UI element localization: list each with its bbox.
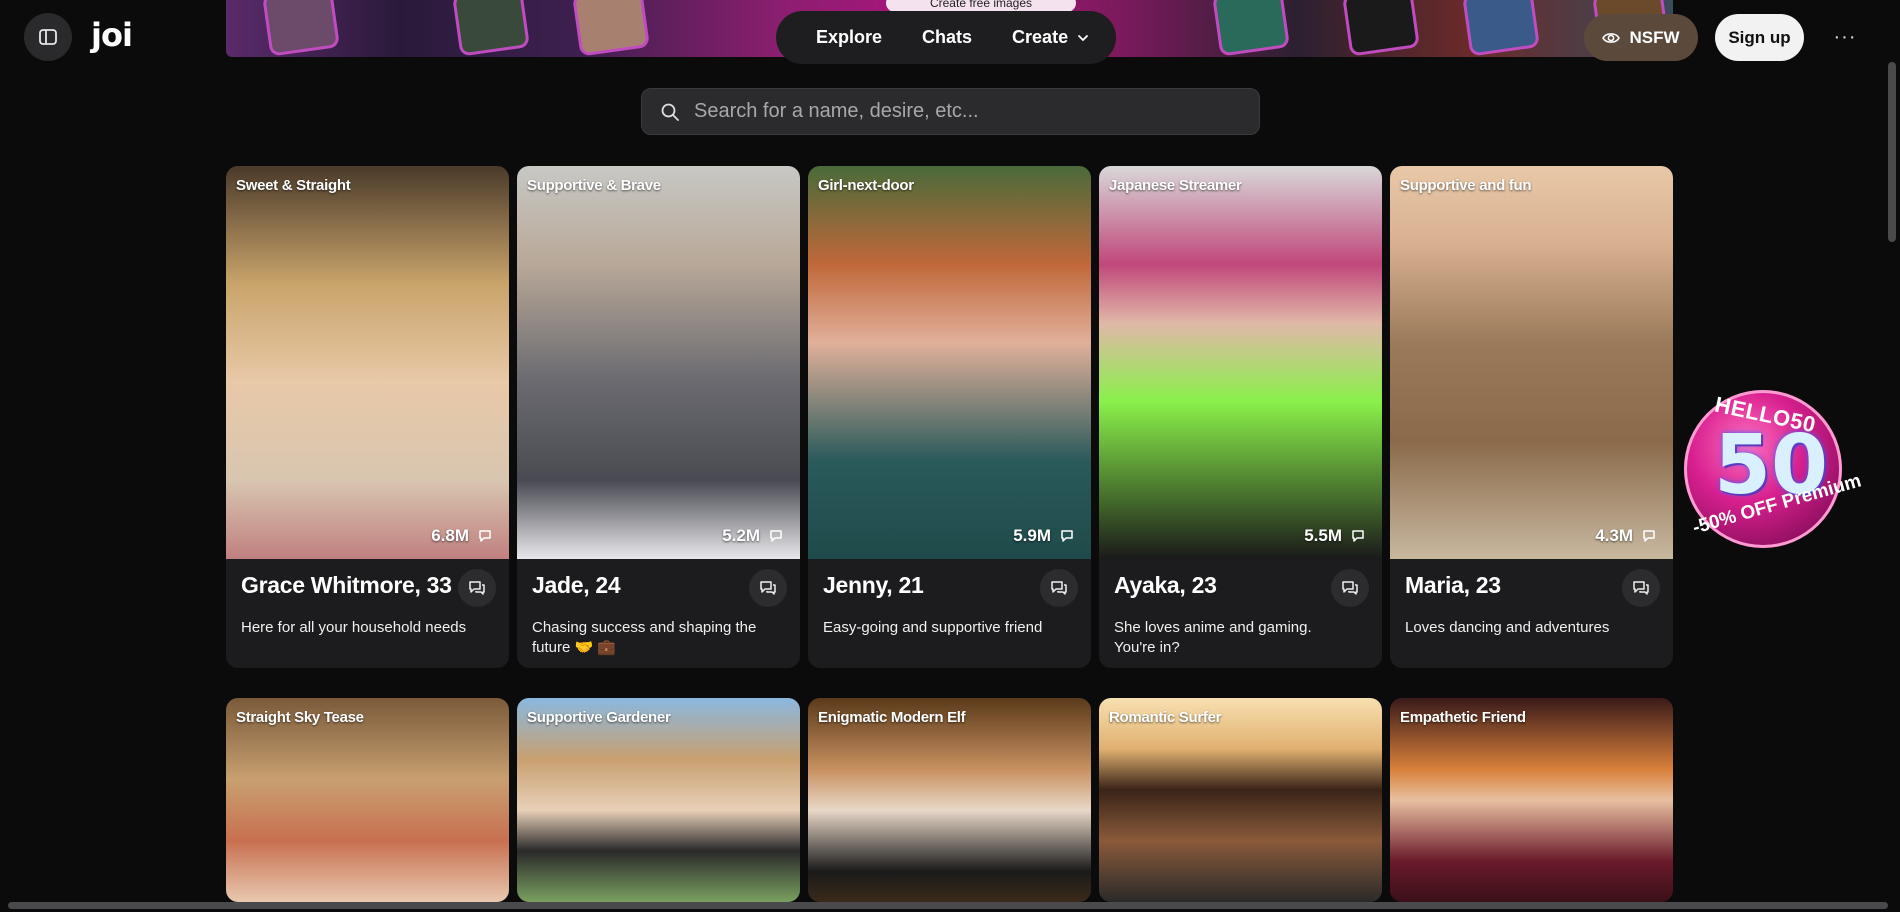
chat-icon xyxy=(1051,581,1067,595)
character-image xyxy=(808,698,1091,902)
nsfw-label: NSFW xyxy=(1629,27,1680,47)
main-nav: Explore Chats Create xyxy=(776,11,1116,64)
character-name: Ayaka, 23 xyxy=(1114,572,1217,598)
character-card[interactable]: Supportive Gardener xyxy=(517,698,800,902)
character-image xyxy=(1390,166,1673,559)
chat-count-value: 5.9M xyxy=(1013,526,1051,545)
nav-create-label: Create xyxy=(1012,27,1069,47)
chat-count-value: 5.2M xyxy=(722,526,760,545)
start-chat-button[interactable] xyxy=(458,569,496,607)
character-card[interactable]: Straight Sky Tease xyxy=(226,698,509,902)
character-name: Jade, 24 xyxy=(532,572,621,598)
character-card[interactable]: Sweet & Straight 6.8M Grace Whitmore, 33… xyxy=(226,166,509,668)
character-tag: Romantic Surfer xyxy=(1109,709,1222,726)
character-card[interactable]: Romantic Surfer xyxy=(1099,698,1382,902)
character-description: Easy-going and supportive friend xyxy=(823,619,1043,636)
chat-bubble-icon xyxy=(479,530,491,542)
chat-count-value: 6.8M xyxy=(431,526,469,545)
chat-count-value: 5.5M xyxy=(1304,526,1342,545)
banner-thumbnail xyxy=(1342,0,1420,57)
chat-count: 5.9M xyxy=(1013,526,1077,546)
chat-icon xyxy=(469,581,485,595)
character-tag: Empathetic Friend xyxy=(1400,709,1526,726)
chat-bubble-icon xyxy=(1061,530,1073,542)
character-tag: Sweet & Straight xyxy=(236,177,351,194)
banner-thumbnail xyxy=(452,0,530,57)
chat-icon xyxy=(1342,581,1358,595)
character-image xyxy=(1390,698,1673,902)
character-card[interactable]: Supportive and fun 4.3M Maria, 23 Loves … xyxy=(1390,166,1673,668)
character-name: Jenny, 21 xyxy=(823,572,924,598)
chat-count: 5.5M xyxy=(1304,526,1368,546)
character-name: Grace Whitmore, 33 xyxy=(241,572,452,598)
nav-create[interactable]: Create xyxy=(992,11,1110,64)
character-card[interactable]: Japanese Streamer 5.5M Ayaka, 23 She lov… xyxy=(1099,166,1382,668)
start-chat-button[interactable] xyxy=(1622,569,1660,607)
nsfw-toggle-button[interactable]: NSFW xyxy=(1584,14,1698,61)
search-icon xyxy=(661,103,679,121)
character-tag: Enigmatic Modern Elf xyxy=(818,709,966,726)
chat-count-value: 4.3M xyxy=(1595,526,1633,545)
character-image xyxy=(226,698,509,902)
character-tag: Supportive and fun xyxy=(1400,177,1532,194)
start-chat-button[interactable] xyxy=(749,569,787,607)
vertical-scrollbar[interactable] xyxy=(1888,62,1896,242)
nav-explore-label: Explore xyxy=(816,27,883,47)
character-image xyxy=(1099,698,1382,902)
character-image xyxy=(517,166,800,559)
banner-thumbnail xyxy=(1462,0,1540,57)
sidebar-toggle-button[interactable] xyxy=(24,13,72,61)
character-tag: Girl-next-door xyxy=(818,177,914,194)
logo[interactable]: joi xyxy=(91,16,133,54)
character-image xyxy=(808,166,1091,559)
start-chat-button[interactable] xyxy=(1040,569,1078,607)
search-input[interactable] xyxy=(694,100,1234,123)
banner-thumbnail xyxy=(262,0,340,57)
chat-icon xyxy=(760,581,776,595)
more-options-button[interactable]: ··· xyxy=(1830,22,1860,52)
chat-icon xyxy=(1633,581,1649,595)
character-image xyxy=(1099,166,1382,559)
character-image xyxy=(226,166,509,559)
character-description: Chasing success and shaping the future 🤝… xyxy=(532,619,757,656)
chat-bubble-icon xyxy=(1352,530,1364,542)
chevron-down-icon xyxy=(1078,34,1088,41)
character-tag: Supportive Gardener xyxy=(527,709,671,726)
character-card[interactable]: Empathetic Friend xyxy=(1390,698,1673,902)
chat-count: 5.2M xyxy=(722,526,786,546)
nav-chats[interactable]: Chats xyxy=(902,11,992,64)
chat-bubble-icon xyxy=(1643,530,1655,542)
character-description: Loves dancing and adventures xyxy=(1405,619,1610,636)
banner-thumbnail xyxy=(572,0,650,57)
chat-count: 4.3M xyxy=(1595,526,1659,546)
character-tag: Straight Sky Tease xyxy=(236,709,364,726)
chat-bubble-icon xyxy=(770,530,782,542)
character-name: Maria, 23 xyxy=(1405,572,1501,598)
character-card[interactable]: Supportive & Brave 5.2M Jade, 24 Chasing… xyxy=(517,166,800,668)
nav-explore[interactable]: Explore xyxy=(796,11,902,64)
character-card[interactable]: Girl-next-door 5.9M Jenny, 21 Easy-going… xyxy=(808,166,1091,668)
character-description: Here for all your household needs xyxy=(241,619,467,636)
character-description: She loves anime and gaming. You're in? xyxy=(1114,619,1312,656)
chat-count: 6.8M xyxy=(431,526,495,546)
character-tag: Japanese Streamer xyxy=(1109,177,1242,194)
sidebar-icon xyxy=(39,29,57,45)
character-image xyxy=(517,698,800,902)
search-bar xyxy=(641,88,1260,135)
banner-thumbnail xyxy=(1212,0,1290,57)
horizontal-scrollbar[interactable] xyxy=(8,902,1888,909)
character-tag: Supportive & Brave xyxy=(527,177,661,194)
eye-icon xyxy=(1602,32,1621,43)
sign-up-button[interactable]: Sign up xyxy=(1715,14,1804,61)
nav-chats-label: Chats xyxy=(922,27,973,47)
promo-badge[interactable]: HELLO50 50 -50% OFF Premium xyxy=(1684,390,1864,548)
start-chat-button[interactable] xyxy=(1331,569,1369,607)
character-card[interactable]: Enigmatic Modern Elf xyxy=(808,698,1091,902)
